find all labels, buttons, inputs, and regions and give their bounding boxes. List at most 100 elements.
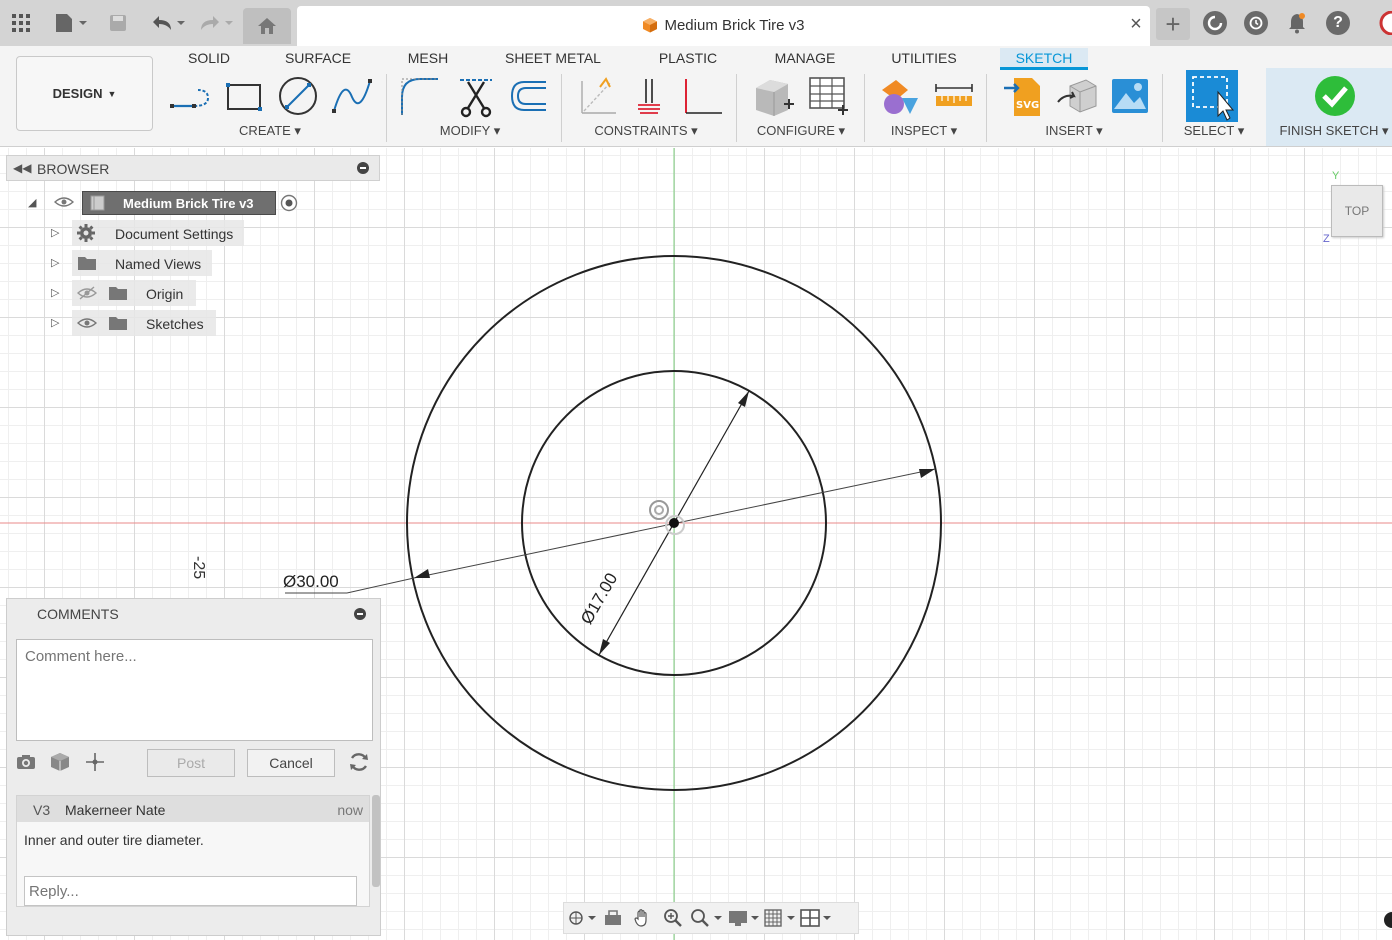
select-window-icon[interactable] — [1186, 70, 1238, 122]
insert-menu[interactable]: INSERT ▾ — [1032, 123, 1116, 139]
document-title: Medium Brick Tire v3 — [664, 17, 805, 34]
modify-menu[interactable]: MODIFY ▾ — [430, 123, 510, 139]
tab-plastic[interactable]: PLASTIC — [650, 48, 726, 70]
refresh-icon[interactable] — [348, 751, 370, 773]
comment-text: Inner and outer tire diameter. — [24, 832, 204, 848]
home-icon — [258, 18, 276, 34]
insert-svg-icon[interactable]: SVG — [1002, 74, 1046, 118]
tab-sketch[interactable]: SKETCH — [1000, 48, 1088, 70]
orbit-icon[interactable] — [564, 905, 598, 931]
comment-version: V3 — [33, 802, 51, 818]
root-node-label: Medium Brick Tire v3 — [123, 196, 254, 211]
tab-mesh[interactable]: MESH — [398, 48, 458, 70]
expand-origin-icon[interactable]: ▷ — [51, 286, 59, 299]
tab-sheet-metal[interactable]: SHEET METAL — [498, 48, 608, 70]
line-tool-icon[interactable] — [168, 74, 212, 118]
gear-icon — [76, 223, 96, 246]
notifications-bell-icon[interactable] — [1284, 8, 1310, 38]
create-menu[interactable]: CREATE ▾ — [225, 123, 315, 139]
visibility-eye-icon[interactable] — [53, 194, 75, 213]
zoom-window-icon[interactable] — [688, 905, 726, 931]
document-tab[interactable]: Medium Brick Tire v3 × — [297, 6, 1150, 46]
insert-image-icon[interactable] — [1108, 74, 1152, 118]
folder-icon — [108, 284, 128, 305]
visibility-eye-icon[interactable] — [76, 315, 98, 334]
spline-tool-icon[interactable] — [330, 74, 374, 118]
look-at-icon[interactable] — [598, 905, 628, 931]
folder-icon — [77, 254, 97, 275]
comment-thread: V3 Makerneer Nate now Inner and outer ti… — [16, 795, 370, 907]
file-menu-icon[interactable] — [50, 8, 90, 38]
comments-scrollbar[interactable] — [372, 795, 380, 887]
close-tab-icon[interactable]: × — [1128, 14, 1144, 34]
tab-utilities[interactable]: UTILITIES — [882, 48, 966, 70]
undo-icon[interactable] — [148, 8, 188, 38]
circle-tool-icon[interactable] — [276, 74, 320, 118]
collapse-browser-icon[interactable]: ◀◀ — [13, 161, 31, 175]
tab-surface[interactable]: SURFACE — [278, 48, 358, 70]
inspect-menu[interactable]: INSPECT ▾ — [880, 123, 968, 139]
app-grid-icon[interactable] — [8, 8, 34, 38]
rectangle-tool-icon[interactable] — [222, 74, 266, 118]
title-bar: Medium Brick Tire v3 × + ? — [0, 0, 1392, 46]
new-tab-button[interactable]: + — [1156, 8, 1190, 40]
cancel-button[interactable]: Cancel — [247, 749, 335, 777]
attach-point-icon[interactable] — [84, 751, 106, 773]
ribbon-toolbar: DESIGN ▼ SOLID SURFACE MESH SHEET METAL P… — [0, 46, 1392, 147]
perpendicular-constraint-icon[interactable] — [680, 74, 724, 118]
coincident-constraint-icon[interactable] — [576, 74, 620, 118]
finish-sketch-button[interactable]: FINISH SKETCH ▾ — [1274, 123, 1392, 139]
zoom-icon[interactable] — [658, 905, 688, 931]
home-tab[interactable] — [243, 8, 291, 44]
job-status-icon[interactable] — [1203, 11, 1227, 35]
reply-input[interactable] — [24, 876, 357, 906]
interference-shapes-icon[interactable] — [878, 74, 922, 118]
origin-marker[interactable] — [649, 500, 669, 520]
configure-table-icon[interactable] — [806, 74, 850, 118]
parallel-constraint-icon[interactable] — [628, 74, 672, 118]
tab-manage[interactable]: MANAGE — [766, 48, 844, 70]
history-clock-icon[interactable] — [1244, 11, 1268, 35]
expand-named-views-icon[interactable]: ▷ — [51, 256, 59, 269]
help-icon[interactable]: ? — [1326, 11, 1350, 35]
finish-sketch-check-icon[interactable] — [1311, 72, 1359, 120]
change-parameters-icon[interactable] — [752, 74, 796, 118]
trim-scissors-icon[interactable] — [454, 74, 498, 118]
attach-object-cube-icon[interactable] — [49, 751, 71, 773]
user-avatar-icon[interactable] — [1376, 8, 1392, 38]
measure-ruler-icon[interactable] — [932, 74, 976, 118]
workspace-switcher[interactable]: DESIGN ▼ — [16, 56, 153, 131]
folder-icon — [108, 314, 128, 335]
viewcube[interactable]: TOP — [1331, 185, 1383, 237]
offset-tool-icon[interactable] — [506, 74, 550, 118]
collapse-root-icon[interactable]: ◢ — [28, 196, 36, 209]
redo-icon[interactable] — [196, 8, 236, 38]
save-icon[interactable] — [106, 8, 130, 38]
browser-root-node[interactable]: Medium Brick Tire v3 — [82, 191, 276, 215]
fillet-tool-icon[interactable] — [398, 74, 442, 118]
visibility-hidden-eye-icon[interactable] — [76, 285, 98, 304]
comments-panel: COMMENTS Post Cancel V3 Makerneer Nate n… — [6, 598, 381, 936]
camera-icon[interactable] — [15, 751, 37, 773]
center-point[interactable] — [669, 518, 679, 528]
insert-mesh-icon[interactable] — [1056, 74, 1100, 118]
expand-sketches-icon[interactable]: ▷ — [51, 316, 59, 329]
configure-menu[interactable]: CONFIGURE ▾ — [752, 123, 850, 139]
minimize-browser-icon[interactable] — [357, 162, 369, 174]
modify-label: MODIFY — [439, 123, 491, 138]
viewcube-face-label: TOP — [1344, 204, 1370, 218]
browser-panel-header: ◀◀ BROWSER — [6, 155, 380, 181]
viewports-icon[interactable] — [798, 905, 834, 931]
active-radio-icon[interactable] — [280, 194, 298, 215]
select-menu[interactable]: SELECT ▾ — [1172, 123, 1256, 139]
constraints-menu[interactable]: CONSTRAINTS ▾ — [586, 123, 706, 139]
expand-document-settings-icon[interactable]: ▷ — [51, 226, 59, 239]
comment-input[interactable] — [16, 639, 373, 741]
display-settings-icon[interactable] — [726, 905, 762, 931]
minimize-comments-icon[interactable] — [354, 608, 366, 620]
grid-settings-icon[interactable] — [762, 905, 798, 931]
outer-diameter-dimension[interactable]: Ø30.00 — [283, 572, 339, 592]
post-button[interactable]: Post — [147, 749, 235, 777]
tab-solid[interactable]: SOLID — [178, 48, 240, 70]
pan-hand-icon[interactable] — [628, 905, 658, 931]
